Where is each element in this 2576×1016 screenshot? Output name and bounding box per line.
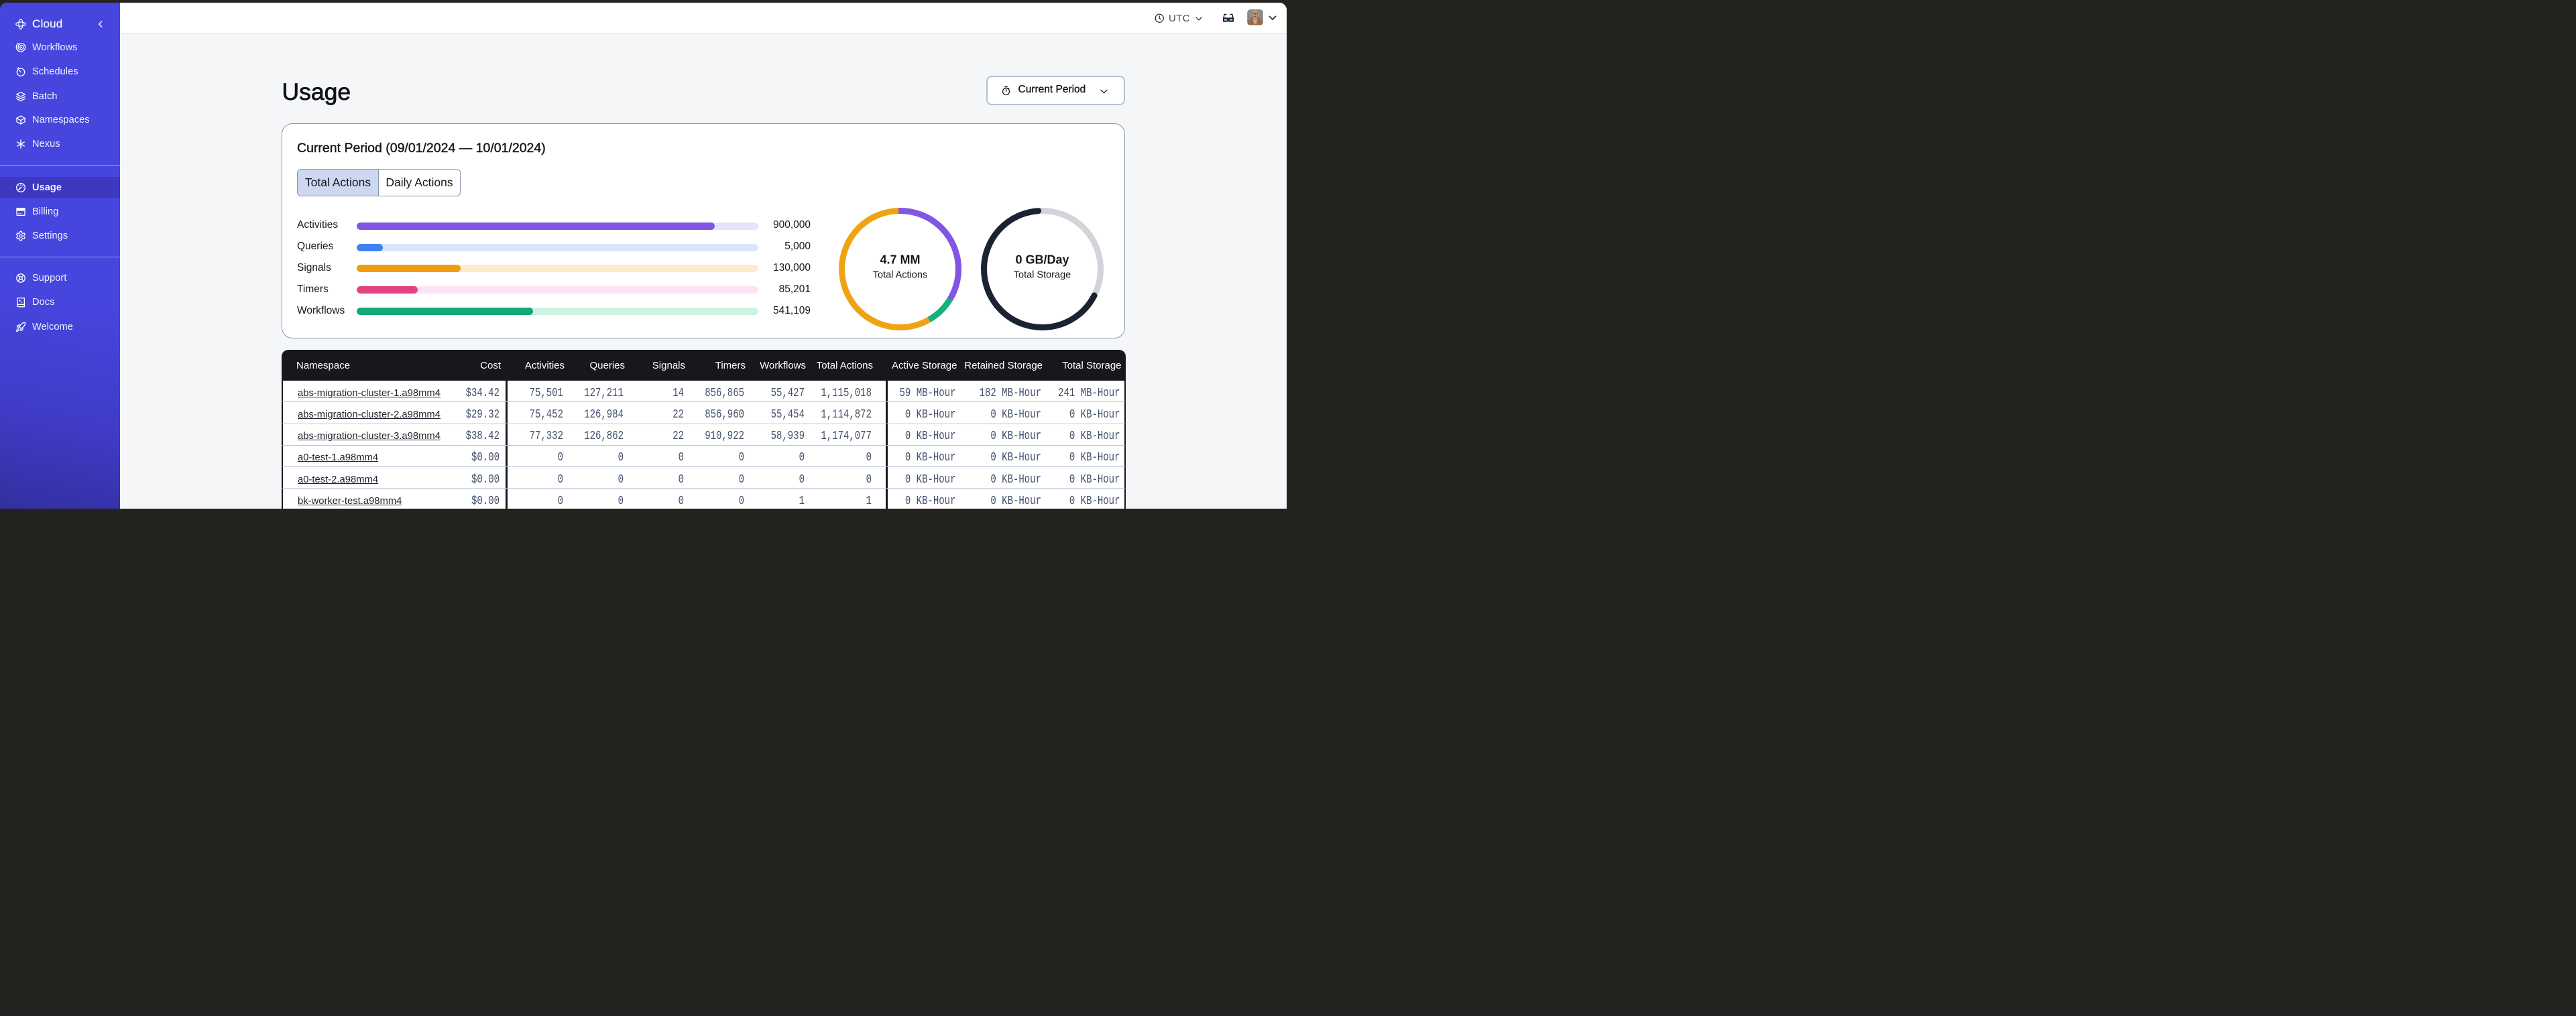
svg-text:4.7 MM: 4.7 MM: [880, 253, 920, 266]
svg-text:Total Storage: Total Storage: [1014, 269, 1071, 280]
svg-text:Total Actions: Total Actions: [873, 269, 927, 280]
svg-text:0 GB/Day: 0 GB/Day: [1015, 253, 1069, 266]
